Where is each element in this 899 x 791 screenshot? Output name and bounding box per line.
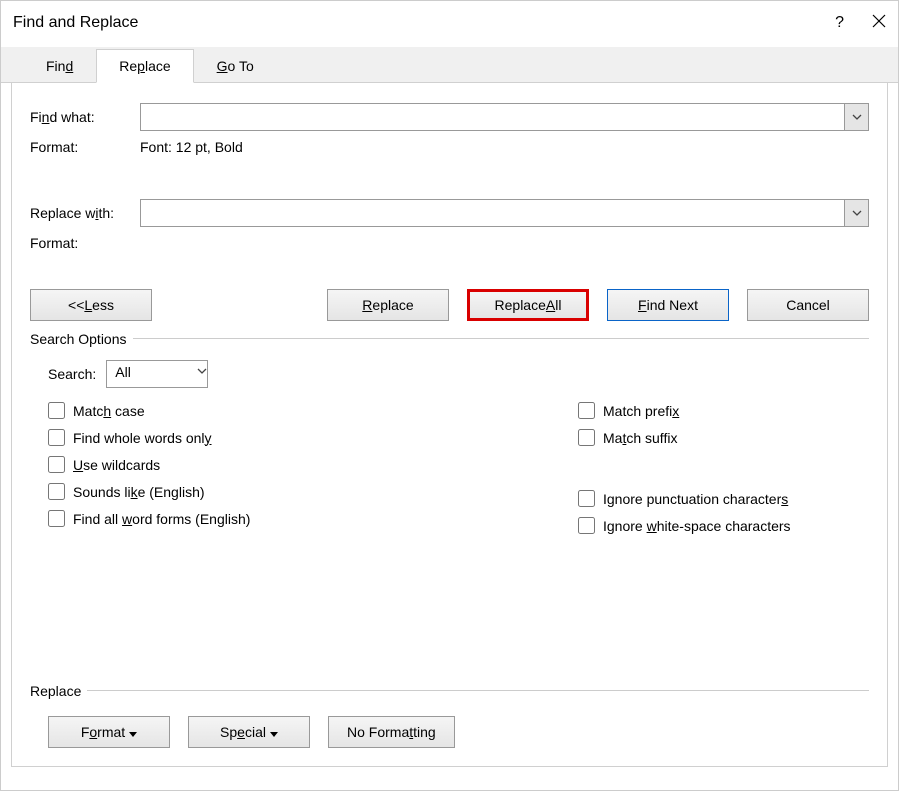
find-format-label: Format: [30, 139, 140, 155]
less-button[interactable]: << Less [30, 289, 152, 321]
ignore-punct-label: Ignore punctuation characters [603, 491, 788, 507]
find-what-input[interactable] [141, 104, 844, 130]
ignore-ws-checkbox[interactable] [578, 517, 595, 534]
match-suffix-checkbox[interactable] [578, 429, 595, 446]
chevron-down-icon [852, 114, 862, 120]
chevron-down-icon [852, 210, 862, 216]
search-scope-row: Search: All [48, 360, 869, 388]
sounds-like-label: Sounds like (English) [73, 484, 205, 500]
find-replace-dialog: Find and Replace ? Find Replace Go To Fi… [0, 0, 899, 791]
find-what-dropdown[interactable] [844, 104, 868, 130]
replace-format-row: Format: [30, 235, 869, 251]
options-col-right: Match prefix Match suffix Ignore punctua… [578, 402, 858, 534]
word-forms-checkbox[interactable] [48, 510, 65, 527]
ignore-punct-option[interactable]: Ignore punctuation characters [578, 490, 858, 507]
replace-button[interactable]: Replace [327, 289, 449, 321]
word-forms-option[interactable]: Find all word forms (English) [48, 510, 328, 527]
wildcards-option[interactable]: Use wildcards [48, 456, 328, 473]
search-scope-value: All [107, 361, 197, 387]
no-formatting-button[interactable]: No Formatting [328, 716, 455, 748]
match-prefix-label: Match prefix [603, 403, 679, 419]
replace-with-input[interactable] [141, 200, 844, 226]
match-suffix-option[interactable]: Match suffix [578, 429, 858, 446]
ignore-ws-label: Ignore white-space characters [603, 518, 791, 534]
find-next-button[interactable]: Find Next [607, 289, 729, 321]
match-suffix-label: Match suffix [603, 430, 677, 446]
find-what-combo[interactable] [140, 103, 869, 131]
caret-down-icon [270, 732, 278, 737]
options-col-left: Match case Find whole words only Use wil… [48, 402, 328, 534]
close-icon [872, 14, 886, 28]
ignore-ws-option[interactable]: Ignore white-space characters [578, 517, 858, 534]
title-controls: ? [835, 14, 886, 33]
wildcards-checkbox[interactable] [48, 456, 65, 473]
search-scope-select[interactable]: All [106, 360, 208, 388]
search-options-heading: Search Options [30, 331, 869, 347]
main-button-row: << Less Replace Replace All Find Next Ca… [30, 289, 869, 321]
replace-with-label: Replace with: [30, 205, 140, 221]
replace-section: Replace Format Special No Formatting [30, 683, 869, 748]
tab-replace[interactable]: Replace [96, 49, 193, 83]
titlebar: Find and Replace ? [1, 1, 898, 41]
word-forms-label: Find all word forms (English) [73, 511, 250, 527]
replace-with-dropdown[interactable] [844, 200, 868, 226]
whole-words-label: Find whole words only [73, 430, 212, 446]
sounds-like-option[interactable]: Sounds like (English) [48, 483, 328, 500]
options-grid: Match case Find whole words only Use wil… [48, 402, 869, 534]
chevron-down-icon [197, 368, 207, 374]
find-format-value: Font: 12 pt, Bold [140, 139, 243, 155]
search-scope-dropdown[interactable] [197, 361, 207, 387]
dialog-body: Find what: Format: Font: 12 pt, Bold Rep… [11, 83, 888, 767]
divider [30, 690, 869, 691]
replace-section-heading: Replace [30, 683, 869, 699]
tab-strip: Find Replace Go To [1, 47, 898, 83]
sounds-like-checkbox[interactable] [48, 483, 65, 500]
match-case-checkbox[interactable] [48, 402, 65, 419]
match-prefix-checkbox[interactable] [578, 402, 595, 419]
find-row: Find what: [30, 103, 869, 131]
dialog-title: Find and Replace [13, 14, 138, 32]
match-prefix-option[interactable]: Match prefix [578, 402, 858, 419]
format-button[interactable]: Format [48, 716, 170, 748]
tab-find[interactable]: Find [23, 49, 96, 82]
whole-words-option[interactable]: Find whole words only [48, 429, 328, 446]
match-case-label: Match case [73, 403, 145, 419]
divider [30, 338, 869, 339]
replace-all-button[interactable]: Replace All [467, 289, 589, 321]
replace-with-combo[interactable] [140, 199, 869, 227]
find-format-row: Format: Font: 12 pt, Bold [30, 139, 869, 155]
search-label: Search: [48, 366, 96, 382]
match-case-option[interactable]: Match case [48, 402, 328, 419]
ignore-punct-checkbox[interactable] [578, 490, 595, 507]
format-buttons-row: Format Special No Formatting [48, 716, 869, 748]
tab-goto[interactable]: Go To [194, 49, 277, 82]
caret-down-icon [129, 732, 137, 737]
find-what-label: Find what: [30, 109, 140, 125]
close-button[interactable] [872, 14, 886, 33]
wildcards-label: Use wildcards [73, 457, 160, 473]
whole-words-checkbox[interactable] [48, 429, 65, 446]
cancel-button[interactable]: Cancel [747, 289, 869, 321]
replace-format-label: Format: [30, 235, 140, 251]
help-button[interactable]: ? [835, 14, 844, 32]
replace-row: Replace with: [30, 199, 869, 227]
special-button[interactable]: Special [188, 716, 310, 748]
